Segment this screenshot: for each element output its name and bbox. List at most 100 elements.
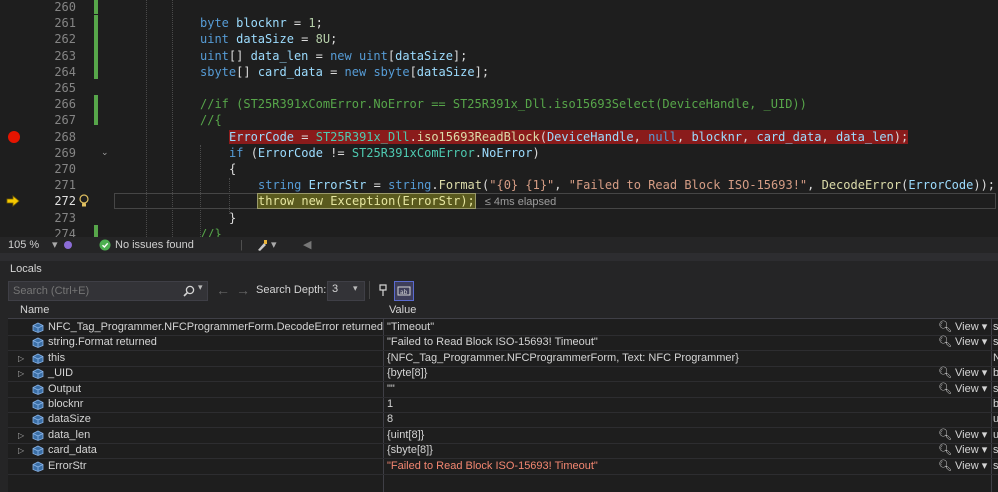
locals-search-box[interactable]: ▾: [8, 281, 208, 301]
code-line[interactable]: 274 //}: [0, 226, 998, 237]
issues-status[interactable]: No issues found: [115, 237, 194, 253]
code-text[interactable]: uint[] data_len = new uint[dataSize];: [200, 48, 467, 64]
execution-arrow-icon[interactable]: [6, 195, 20, 208]
value-column-header[interactable]: Value: [389, 303, 416, 318]
code-line[interactable]: 265: [0, 80, 998, 96]
code-statement[interactable]: uint[] data_len = new uint[dataSize];: [200, 49, 467, 63]
locals-row[interactable]: string.Format returned "Failed to Read Bl…: [8, 335, 998, 352]
code-statement[interactable]: //if (ST25R391xComError.NoError == ST25R…: [200, 97, 807, 111]
code-line[interactable]: 273}: [0, 210, 998, 226]
variable-value[interactable]: {byte[8]}: [387, 366, 427, 381]
code-editor[interactable]: 260 261 byte blocknr = 1; 262 uint dataSize …: [0, 0, 998, 237]
locals-search-input[interactable]: [9, 282, 185, 300]
copilot-icon[interactable]: [62, 240, 74, 250]
code-line[interactable]: 263 uint[] data_len = new uint[dataSize];: [0, 48, 998, 64]
locals-row[interactable]: ▷ _UID {byte[8]} 🔍︎ View ▾ b: [8, 366, 998, 383]
code-statement[interactable]: uint dataSize = 8U;: [200, 32, 337, 46]
code-text[interactable]: ErrorCode = ST25R391x_Dll.iso15693ReadBl…: [229, 129, 909, 145]
locals-row[interactable]: ▷ data_len {uint[8]} 🔍︎ View ▾ u: [8, 428, 998, 444]
depth-dropdown-icon[interactable]: ▾: [353, 284, 358, 294]
expand-arrow-icon[interactable]: ▷: [18, 443, 24, 458]
pane-splitter[interactable]: [0, 253, 998, 261]
forward-arrow-icon[interactable]: →: [236, 281, 250, 299]
code-line[interactable]: 260: [0, 0, 998, 15]
code-line[interactable]: 261 byte blocknr = 1;: [0, 15, 998, 31]
code-text[interactable]: byte blocknr = 1;: [200, 15, 323, 31]
view-visualizer-button[interactable]: 🔍︎ View ▾: [938, 366, 987, 381]
lightbulb-icon[interactable]: [78, 194, 90, 208]
code-token: iso15693ReadBlock: [416, 129, 540, 144]
code-line[interactable]: 266 //if (ST25R391xComError.NoError == ST…: [0, 96, 998, 112]
code-statement[interactable]: throw new Exception(ErrorStr);: [257, 193, 476, 210]
cleanup-dropdown-icon[interactable]: ▾: [271, 237, 277, 253]
locals-row[interactable]: blocknr 1 b: [8, 397, 998, 413]
code-statement[interactable]: sbyte[] card_data = new sbyte[dataSize];: [200, 65, 489, 79]
search-icon[interactable]: [183, 285, 195, 297]
code-statement[interactable]: //{: [200, 113, 222, 127]
code-text[interactable]: //}: [200, 226, 222, 237]
code-text[interactable]: throw new Exception(ErrorStr); ≤ 4ms elap…: [257, 193, 556, 210]
variable-value[interactable]: 1: [387, 397, 393, 412]
breakpoint-icon[interactable]: [8, 130, 20, 143]
view-visualizer-button[interactable]: 🔍︎ View ▾: [938, 320, 987, 335]
variable-value[interactable]: "Failed to Read Block ISO-15693! Timeout…: [387, 335, 598, 350]
code-statement[interactable]: ErrorCode = ST25R391x_Dll.iso15693ReadBl…: [229, 129, 909, 144]
zoom-dropdown-icon[interactable]: ▾: [52, 237, 58, 253]
variable-value[interactable]: "": [387, 382, 395, 397]
locals-row[interactable]: ▷ this {NFC_Tag_Programmer.NFCProgrammerFo…: [8, 351, 998, 367]
code-line[interactable]: 267 //{: [0, 112, 998, 128]
code-statement[interactable]: //}: [200, 227, 222, 237]
code-statement[interactable]: }: [229, 211, 236, 225]
name-column-header[interactable]: Name: [20, 303, 49, 318]
code-statement[interactable]: byte blocknr = 1;: [200, 16, 323, 30]
view-visualizer-button[interactable]: 🔍︎ View ▾: [938, 428, 987, 443]
variable-value[interactable]: "Timeout": [387, 320, 434, 335]
expand-arrow-icon[interactable]: ▷: [18, 366, 24, 381]
back-arrow-icon[interactable]: ←: [216, 281, 230, 299]
code-line[interactable]: 272 throw new Exception(ErrorStr); ≤ 4ms e…: [0, 193, 998, 210]
code-text[interactable]: {: [229, 161, 236, 177]
view-visualizer-button[interactable]: 🔍︎ View ▾: [938, 459, 987, 474]
code-text[interactable]: string ErrorStr = string.Format("{0} {1}…: [258, 177, 995, 193]
view-label: View ▾: [951, 336, 988, 349]
code-line[interactable]: 270 {: [0, 161, 998, 177]
fold-chevron-icon[interactable]: ⌄: [101, 145, 109, 161]
variable-value[interactable]: {NFC_Tag_Programmer.NFCProgrammerForm, T…: [387, 351, 739, 366]
hex-display-toggle[interactable]: ab: [394, 281, 414, 301]
variable-value[interactable]: {uint[8]}: [387, 428, 424, 443]
code-statement[interactable]: {: [229, 162, 236, 176]
cleanup-brush-icon[interactable]: [256, 239, 268, 251]
code-line[interactable]: 271 string ErrorStr = string.Format("{0} …: [0, 177, 998, 193]
locals-row[interactable]: Output "" 🔍︎ View ▾ s: [8, 382, 998, 398]
view-visualizer-button[interactable]: 🔍︎ View ▾: [938, 382, 987, 397]
code-text[interactable]: uint dataSize = 8U;: [200, 31, 337, 47]
scroll-left-icon[interactable]: ◀: [303, 237, 311, 253]
locals-row[interactable]: ErrorStr "Failed to Read Block ISO-15693!…: [8, 459, 998, 475]
view-visualizer-button[interactable]: 🔍︎ View ▾: [938, 335, 987, 350]
variable-value[interactable]: 8: [387, 412, 393, 427]
variable-value[interactable]: {sbyte[8]}: [387, 443, 433, 458]
locals-row[interactable]: NFC_Tag_Programmer.NFCProgrammerForm.Dec…: [8, 320, 998, 336]
code-line[interactable]: 269 ⌄ if (ErrorCode != ST25R391xComError.N…: [0, 145, 998, 161]
code-text[interactable]: //if (ST25R391xComError.NoError == ST25R…: [200, 96, 807, 112]
code-text[interactable]: sbyte[] card_data = new sbyte[dataSize];: [200, 64, 489, 80]
expand-arrow-icon[interactable]: ▷: [18, 351, 24, 366]
view-visualizer-button[interactable]: 🔍︎ View ▾: [938, 443, 987, 458]
expand-arrow-icon[interactable]: ▷: [18, 428, 24, 443]
code-text[interactable]: }: [229, 210, 236, 226]
code-line[interactable]: 268 ErrorCode = ST25R391x_Dll.iso15693Rea…: [0, 129, 998, 145]
search-depth-select[interactable]: 3 ▾: [327, 281, 365, 301]
code-token: ];: [474, 64, 490, 79]
search-options-dropdown-icon[interactable]: ▾: [198, 283, 203, 293]
locals-row[interactable]: dataSize 8 u: [8, 412, 998, 429]
locals-row[interactable]: ▷ card_data {sbyte[8]} 🔍︎ View ▾ s: [8, 443, 998, 460]
code-statement[interactable]: string ErrorStr = string.Format("{0} {1}…: [258, 178, 995, 192]
pin-icon[interactable]: [376, 283, 390, 297]
code-text[interactable]: //{: [200, 112, 222, 128]
code-line[interactable]: 264 sbyte[] card_data = new sbyte[dataSiz…: [0, 64, 998, 80]
zoom-level[interactable]: 105 %: [8, 237, 39, 253]
variable-value[interactable]: "Failed to Read Block ISO-15693! Timeout…: [387, 459, 598, 474]
code-statement[interactable]: if (ErrorCode != ST25R391xComError.NoErr…: [229, 146, 540, 160]
code-line[interactable]: 262 uint dataSize = 8U;: [0, 31, 998, 47]
code-text[interactable]: if (ErrorCode != ST25R391xComError.NoErr…: [229, 145, 540, 161]
